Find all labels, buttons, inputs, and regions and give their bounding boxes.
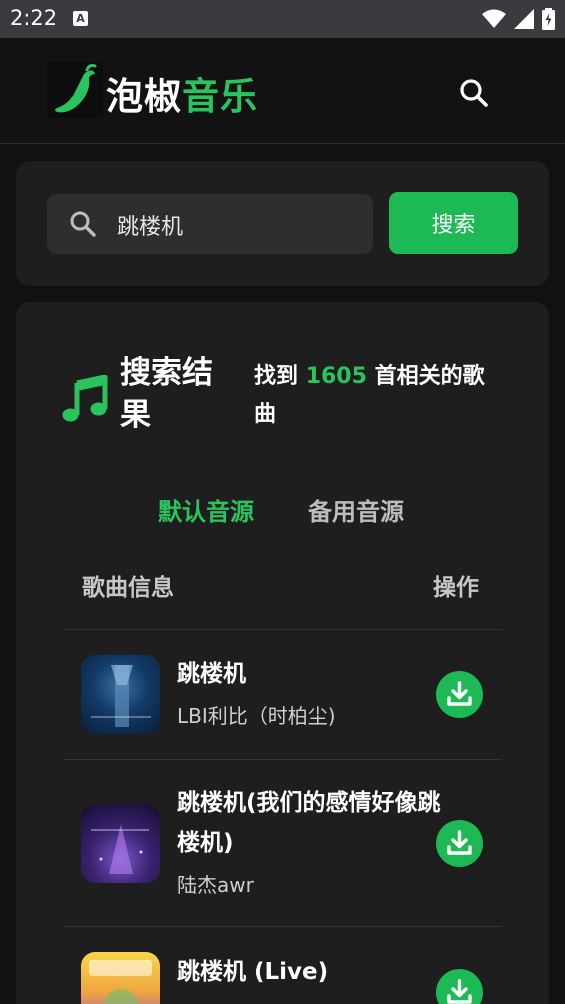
- download-icon[interactable]: [436, 969, 483, 1004]
- song-title: 跳楼机(我们的感情好像跳楼机): [177, 790, 441, 856]
- battery-icon: [542, 8, 555, 30]
- status-time: 2:22: [10, 6, 58, 30]
- song-artist: LBI利比（时柏尘): [177, 704, 336, 728]
- search-card: 跳楼机 搜索: [16, 161, 549, 286]
- music-note-icon: [61, 374, 111, 425]
- album-cover: [81, 804, 160, 883]
- album-cover: [81, 952, 160, 1004]
- app-brand: 泡椒音乐: [106, 66, 258, 120]
- app-header: 泡椒音乐: [0, 38, 565, 144]
- results-summary: 找到 1605 首相关的歌曲: [254, 364, 485, 427]
- search-button[interactable]: 搜索: [389, 192, 518, 254]
- status-icons: [482, 8, 555, 30]
- brand-part-green: 音乐: [182, 75, 258, 118]
- tab-backup-source[interactable]: 备用音源: [308, 492, 404, 527]
- results-count: 1605: [305, 364, 367, 389]
- album-cover: [81, 655, 160, 734]
- search-icon[interactable]: [458, 77, 490, 109]
- divider: [63, 759, 502, 760]
- divider: [63, 926, 502, 927]
- download-icon[interactable]: [436, 820, 483, 867]
- search-input[interactable]: 跳楼机: [47, 194, 373, 254]
- column-header-song-info: 歌曲信息: [82, 575, 174, 601]
- tab-default-source[interactable]: 默认音源: [158, 492, 254, 527]
- song-title: 跳楼机: [177, 661, 246, 687]
- song-artist: 陆杰awr: [177, 873, 254, 897]
- song-title: 跳楼机 (Live): [177, 959, 329, 985]
- results-card: 搜索结果 找到 1605 首相关的歌曲 默认音源 备用音源 歌曲信息 操作 跳楼…: [16, 302, 549, 1004]
- column-header-actions: 操作: [433, 575, 479, 601]
- chili-pepper-icon: [47, 62, 103, 118]
- results-title: 搜索结果: [120, 355, 213, 433]
- brand-part-white: 泡椒: [106, 75, 182, 118]
- search-input-value: 跳楼机: [117, 215, 184, 240]
- divider: [63, 629, 502, 630]
- signal-icon: [514, 9, 534, 29]
- notification-icon: A: [73, 11, 88, 26]
- search-input-icon: [69, 210, 97, 238]
- wifi-icon: [482, 9, 506, 28]
- status-bar: 2:22 A: [0, 0, 565, 38]
- download-icon[interactable]: [436, 671, 483, 718]
